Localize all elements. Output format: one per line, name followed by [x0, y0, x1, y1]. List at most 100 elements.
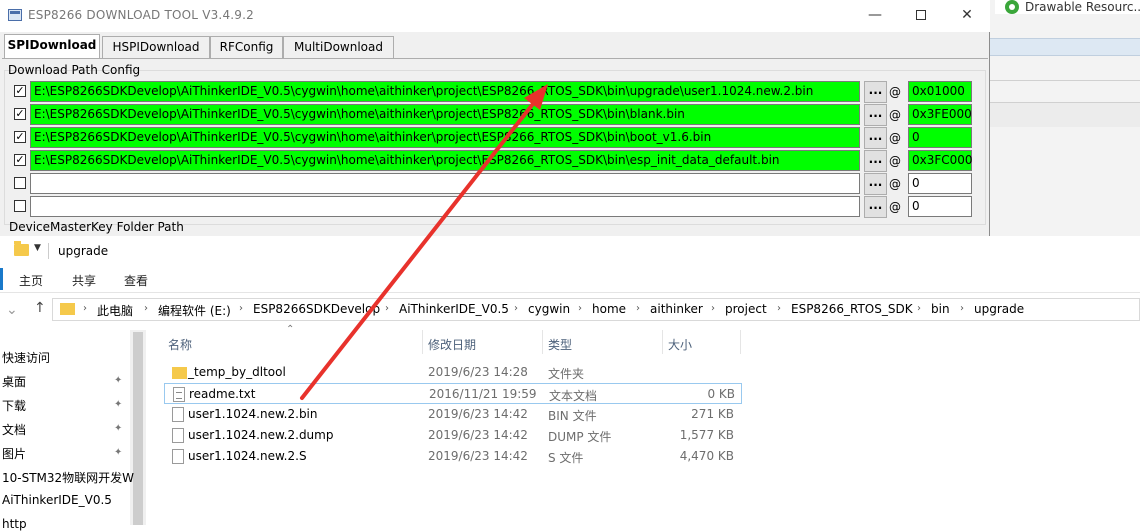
- tab-spidownload[interactable]: SPIDownload: [4, 34, 100, 59]
- browse-button[interactable]: ...: [864, 81, 887, 103]
- nav-item[interactable]: 文档: [2, 421, 26, 438]
- column-header-date[interactable]: 修改日期: [428, 336, 476, 353]
- pin-icon[interactable]: ✦: [114, 423, 122, 434]
- path-input[interactable]: E:\ESP8266SDKDevelop\AiThinkerIDE_V0.5\c…: [30, 127, 860, 148]
- address-input[interactable]: 0x3FC000: [908, 150, 973, 171]
- breadcrumb-item[interactable]: aithinker: [650, 302, 703, 316]
- breadcrumb-item[interactable]: cygwin: [528, 302, 570, 316]
- nav-item[interactable]: 下载: [2, 397, 26, 414]
- window-title: ESP8266 DOWNLOAD TOOL V3.4.9.2: [28, 8, 254, 22]
- address-input[interactable]: 0x01000: [908, 81, 972, 102]
- close-button[interactable]: ✕: [944, 0, 990, 30]
- path-input[interactable]: E:\ESP8266SDKDevelop\AiThinkerIDE_V0.5\c…: [30, 150, 860, 171]
- path-enable-checkbox[interactable]: ✓: [14, 108, 26, 120]
- file-row[interactable]: user1.1024.new.2.bin 2019/6/23 14:42 BIN 文…: [164, 404, 742, 425]
- file-size: 0 KB: [707, 387, 735, 401]
- download-path-row: ... @0: [0, 196, 990, 218]
- nav-item[interactable]: AiThinkerIDE_V0.5: [2, 493, 112, 507]
- file-type: 文本文档: [549, 389, 598, 403]
- quick-access-dropdown-icon[interactable]: ▼: [34, 243, 41, 253]
- breadcrumb-item[interactable]: bin: [931, 302, 950, 316]
- breadcrumb-chevron-icon[interactable]: ›: [578, 303, 582, 314]
- path-enable-checkbox[interactable]: ✓: [14, 131, 26, 143]
- file-name: _temp_by_dltool: [188, 365, 286, 379]
- maximize-button[interactable]: [898, 0, 944, 30]
- breadcrumb-chevron-icon[interactable]: ›: [83, 303, 87, 314]
- path-enable-checkbox[interactable]: [14, 177, 26, 189]
- up-arrow-icon[interactable]: ↑: [34, 300, 46, 316]
- path-input[interactable]: [30, 196, 860, 217]
- address-input[interactable]: 0: [908, 127, 972, 148]
- file-date: 2019/6/23 14:42: [428, 407, 528, 421]
- browse-button[interactable]: ...: [864, 196, 887, 218]
- breadcrumb-item[interactable]: 此电脑: [97, 302, 133, 319]
- breadcrumb-chevron-icon[interactable]: ›: [960, 303, 964, 314]
- at-label: @: [889, 131, 901, 145]
- ribbon-tab-view[interactable]: 查看: [124, 272, 148, 289]
- path-input[interactable]: E:\ESP8266SDKDevelop\AiThinkerIDE_V0.5\c…: [30, 104, 860, 125]
- chevron-down-icon[interactable]: ⌄: [6, 302, 18, 318]
- file-menu-button[interactable]: [0, 268, 3, 290]
- address-input[interactable]: 0x3FE000: [908, 104, 972, 125]
- breadcrumb-chevron-icon[interactable]: ›: [144, 303, 148, 314]
- nav-scrollbar-thumb[interactable]: [133, 332, 143, 525]
- ribbon-tab-home[interactable]: 主页: [19, 272, 43, 289]
- file-row[interactable]: user1.1024.new.2.S 2019/6/23 14:42 S 文件 4,4…: [164, 446, 742, 467]
- toolbar-divider: [48, 243, 49, 259]
- breadcrumb-item[interactable]: home: [592, 302, 626, 316]
- breadcrumb-chevron-icon[interactable]: ›: [239, 303, 243, 314]
- column-divider[interactable]: [662, 330, 663, 354]
- pin-icon[interactable]: ✦: [114, 375, 122, 386]
- column-header-size[interactable]: 大小: [668, 336, 692, 353]
- nav-item[interactable]: 桌面: [2, 373, 26, 390]
- breadcrumb-item[interactable]: project: [725, 302, 767, 316]
- path-input[interactable]: E:\ESP8266SDKDevelop\AiThinkerIDE_V0.5\c…: [30, 81, 860, 102]
- nav-item[interactable]: http: [2, 517, 27, 531]
- breadcrumb-chevron-icon[interactable]: ›: [917, 303, 921, 314]
- tab-multidownload[interactable]: MultiDownload: [283, 36, 394, 58]
- breadcrumb-item[interactable]: 编程软件 (E:): [158, 302, 231, 319]
- column-divider[interactable]: [740, 330, 741, 354]
- column-divider[interactable]: [422, 330, 423, 354]
- breadcrumb-chevron-icon[interactable]: ›: [514, 303, 518, 314]
- ide-divider: [990, 80, 1140, 81]
- path-enable-checkbox[interactable]: ✓: [14, 85, 26, 97]
- path-input[interactable]: [30, 173, 860, 194]
- column-divider[interactable]: [542, 330, 543, 354]
- ide-drawable-resource-item[interactable]: Drawable Resourc...: [995, 0, 1140, 14]
- nav-item[interactable]: 图片: [2, 445, 26, 462]
- browse-button[interactable]: ...: [864, 127, 887, 149]
- file-row[interactable]: readme.txt 2016/11/21 19:59 文本文档 0 KB: [164, 383, 742, 404]
- minimize-button[interactable]: —: [852, 0, 898, 30]
- browse-button[interactable]: ...: [864, 150, 887, 172]
- breadcrumb-chevron-icon[interactable]: ›: [711, 303, 715, 314]
- pin-icon[interactable]: ✦: [114, 447, 122, 458]
- column-header-name[interactable]: 名称: [168, 336, 192, 353]
- nav-item[interactable]: 10-STM32物联网开发W: [2, 469, 134, 486]
- breadcrumb-item[interactable]: ESP8266SDKDevelop: [253, 302, 380, 316]
- ribbon-tab-share[interactable]: 共享: [72, 272, 96, 289]
- download-path-row: ✓ E:\ESP8266SDKDevelop\AiThinkerIDE_V0.5\…: [0, 127, 990, 149]
- breadcrumb-chevron-icon[interactable]: ›: [777, 303, 781, 314]
- breadcrumb-chevron-icon[interactable]: ›: [385, 303, 389, 314]
- column-header-type[interactable]: 类型: [548, 336, 572, 353]
- browse-button[interactable]: ...: [864, 104, 887, 126]
- at-label: @: [889, 85, 901, 99]
- tab-rfconfig[interactable]: RFConfig: [210, 36, 283, 58]
- path-enable-checkbox[interactable]: ✓: [14, 154, 26, 166]
- tab-hspidownload[interactable]: HSPIDownload: [102, 36, 210, 58]
- file-row[interactable]: user1.1024.new.2.dump 2019/6/23 14:42 DUMP…: [164, 425, 742, 446]
- breadcrumb-item[interactable]: ESP8266_RTOS_SDK: [791, 302, 913, 316]
- address-input[interactable]: 0: [908, 196, 972, 217]
- breadcrumb-item[interactable]: upgrade: [974, 302, 1024, 316]
- address-input[interactable]: 0: [908, 173, 972, 194]
- path-enable-checkbox[interactable]: [14, 200, 26, 212]
- file-row[interactable]: _temp_by_dltool 2019/6/23 14:28 文件夹: [164, 362, 742, 383]
- breadcrumb-item[interactable]: AiThinkerIDE_V0.5: [399, 302, 509, 316]
- pin-icon[interactable]: ✦: [114, 399, 122, 410]
- at-label: @: [889, 200, 901, 214]
- breadcrumb-chevron-icon[interactable]: ›: [636, 303, 640, 314]
- browse-button[interactable]: ...: [864, 173, 887, 195]
- file-size: 271 KB: [691, 407, 734, 421]
- nav-item[interactable]: 快速访问: [2, 349, 50, 366]
